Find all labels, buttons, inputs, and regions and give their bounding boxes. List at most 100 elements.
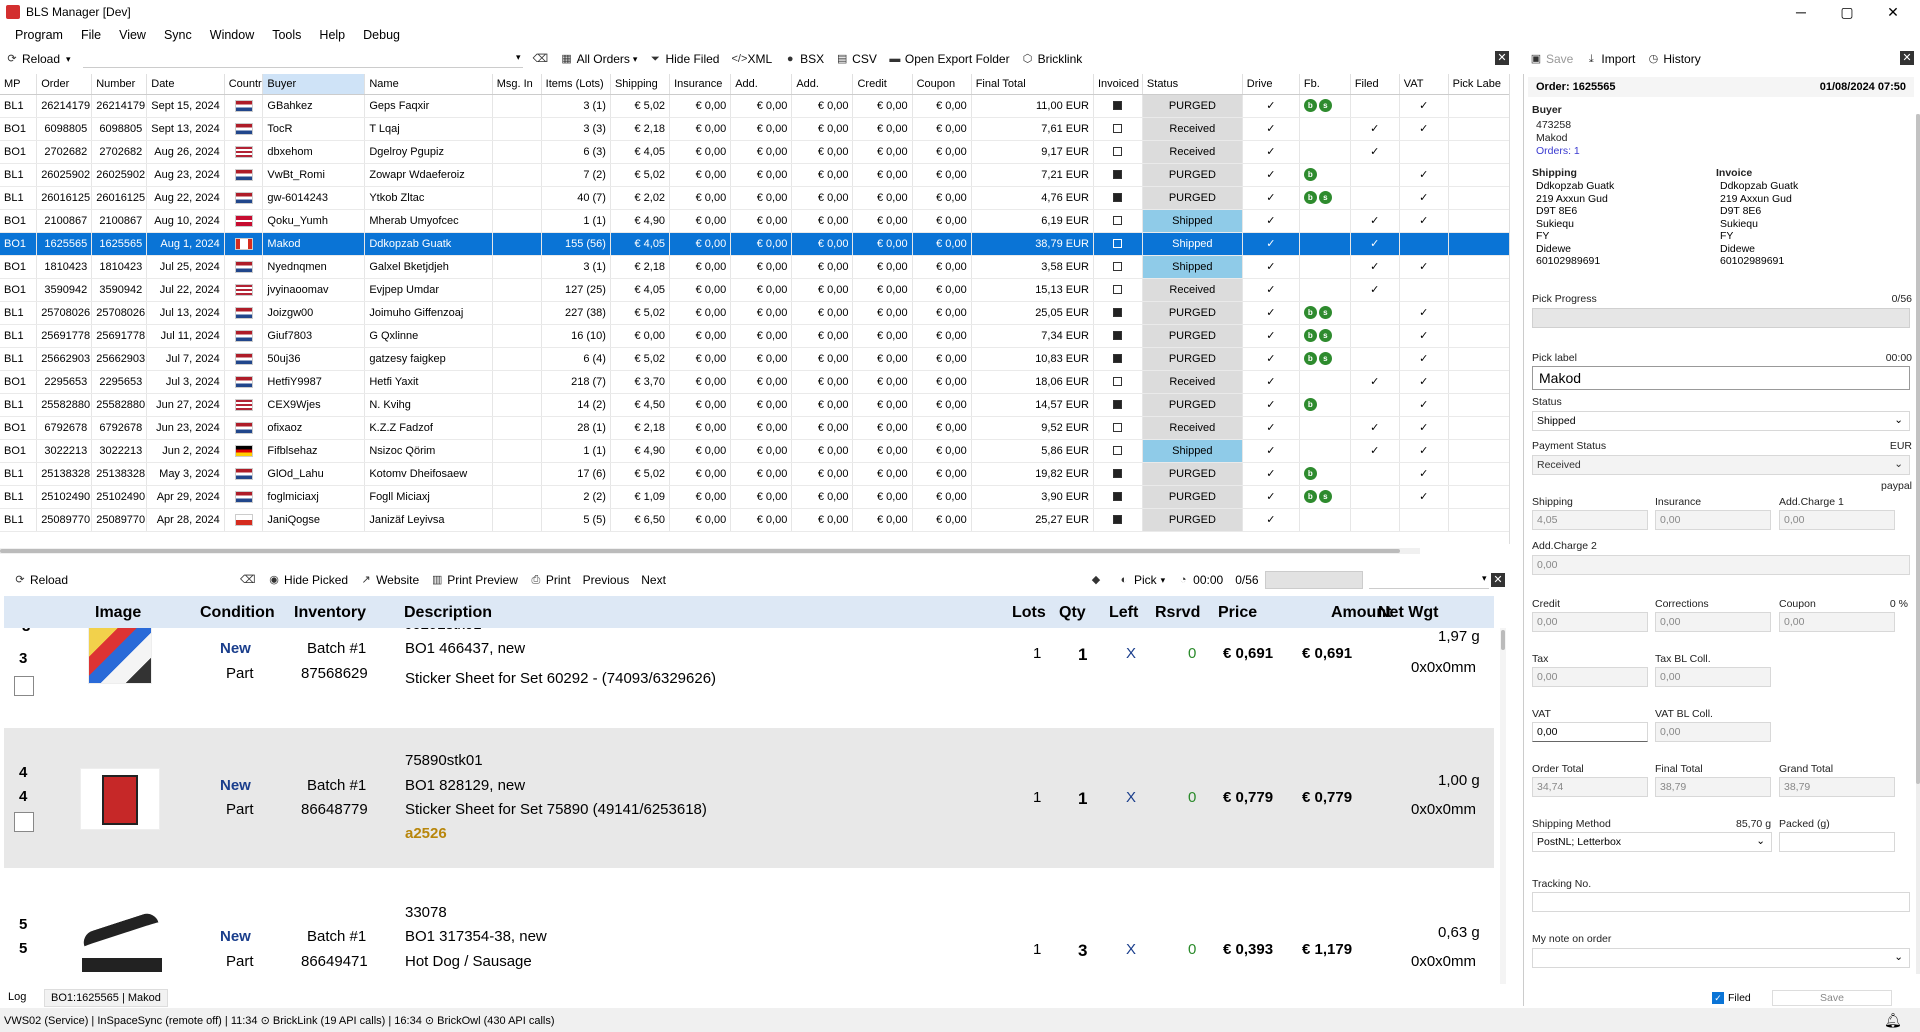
tag-button[interactable]: ◆ — [1090, 574, 1106, 586]
print-button[interactable]: ⎙ Print — [530, 573, 570, 587]
note-select[interactable]: ⌄ — [1532, 948, 1910, 968]
col-header[interactable]: Name — [364, 74, 493, 95]
filed-checkbox[interactable]: ✓ Filed — [1712, 992, 1751, 1004]
tax-bl-input[interactable]: 0,00 — [1655, 667, 1771, 687]
col-description[interactable]: Description — [404, 604, 492, 622]
maximize-button[interactable]: ▢ — [1824, 0, 1870, 24]
checkbox-icon[interactable] — [1113, 423, 1123, 433]
table-row[interactable]: BL1 25708026 25708026 Jul 13, 2024 Joizgw00 J… — [0, 301, 1509, 325]
pick-label-input[interactable]: Makod — [1532, 366, 1910, 390]
buyer-orders-link[interactable]: Orders: 1 — [1536, 145, 1580, 157]
col-header[interactable]: Add. — [730, 74, 793, 95]
list-item[interactable]: 5 5 New Part Batch #1 86649471 33078 BO1… — [4, 880, 1494, 984]
checkbox-icon[interactable] — [1113, 492, 1123, 502]
table-row[interactable]: BO1 6098805 6098805 Sept 13, 2024 TocR T Lqaj… — [0, 117, 1509, 141]
col-lots[interactable]: Lots — [1012, 604, 1046, 622]
col-header[interactable]: Countr — [224, 74, 264, 95]
checkbox-icon[interactable] — [1113, 469, 1123, 479]
bell-icon[interactable]: 🔔︎ — [1884, 1012, 1902, 1029]
hide-filed-button[interactable]: ⏷ Hide Filed — [649, 52, 719, 66]
col-condition[interactable]: Condition — [200, 604, 275, 622]
checkbox-icon[interactable] — [1113, 216, 1123, 226]
checkbox-icon[interactable] — [1113, 147, 1123, 157]
col-header[interactable]: Msg. In — [492, 74, 542, 95]
menu-file[interactable]: File — [81, 28, 101, 42]
save-order-button[interactable]: ▣ Save — [1530, 52, 1574, 66]
clear-search-button[interactable]: ⌫ — [240, 574, 256, 586]
menu-help[interactable]: Help — [319, 28, 345, 42]
col-header[interactable]: Filed — [1350, 74, 1400, 95]
col-header[interactable]: Add. — [791, 74, 854, 95]
table-row[interactable]: BL1 25089770 25089770 Apr 28, 2024 JaniQogse… — [0, 508, 1509, 532]
table-row[interactable]: BO1 2295653 2295653 Jul 3, 2024 HetfiY9987 He… — [0, 370, 1509, 394]
table-row[interactable]: BO1 3590942 3590942 Jul 22, 2024 jvyinaoomav… — [0, 278, 1509, 302]
panel-scrollbar[interactable] — [1916, 114, 1920, 974]
col-header[interactable]: Fb. — [1299, 74, 1351, 95]
checkbox-icon[interactable] — [1113, 101, 1123, 111]
close-details-pane-icon[interactable]: ✕ — [1491, 573, 1505, 587]
col-header[interactable]: VAT — [1399, 74, 1449, 95]
table-row[interactable]: BL1 25138328 25138328 May 3, 2024 GlOd_Lahu K… — [0, 462, 1509, 486]
col-rsrvd[interactable]: Rsrvd — [1155, 604, 1200, 622]
list-item[interactable]: 4 4 New Part Batch #1 86648779 75890stk0… — [4, 728, 1494, 868]
menu-sync[interactable]: Sync — [164, 28, 192, 42]
col-header[interactable]: Number — [91, 74, 148, 95]
col-net-weight[interactable]: Net Wgt — [1378, 604, 1438, 622]
table-row[interactable]: BL1 26214179 26214179 Sept 15, 2024 GBahkez G… — [0, 94, 1509, 118]
checkbox-icon[interactable] — [1113, 354, 1123, 364]
previous-button[interactable]: Previous — [583, 573, 630, 587]
vat-input[interactable]: 0,00 — [1532, 722, 1648, 742]
col-header[interactable]: Order — [36, 74, 93, 95]
table-row[interactable]: BO1 2702682 2702682 Aug 26, 2024 dbxehom Dgel… — [0, 140, 1509, 164]
search-combo[interactable]: ▾ — [82, 50, 523, 68]
table-row[interactable]: BL1 25691778 25691778 Jul 11, 2024 Giuf7803 G… — [0, 324, 1509, 348]
website-button[interactable]: ↗ Website — [360, 573, 419, 587]
table-row[interactable]: BL1 25582880 25582880 Jun 27, 2024 CEX9Wjes N… — [0, 393, 1509, 417]
close-window-button[interactable]: ✕ — [1870, 0, 1916, 24]
menu-debug[interactable]: Debug — [363, 28, 400, 42]
checkbox-icon[interactable] — [1113, 124, 1123, 134]
checkbox-icon[interactable] — [1113, 377, 1123, 387]
checkbox-icon[interactable] — [1113, 515, 1123, 525]
shipping-method-select[interactable]: PostNL; Letterbox ⌄ — [1532, 832, 1772, 852]
table-row[interactable]: BL1 25102490 25102490 Apr 29, 2024 foglmicia… — [0, 485, 1509, 509]
csv-button[interactable]: ▤ CSV — [836, 52, 877, 66]
col-header[interactable]: Buyer — [262, 74, 366, 95]
checkbox-icon[interactable] — [1113, 308, 1123, 318]
checkbox-icon[interactable] — [1113, 193, 1123, 203]
xml-button[interactable]: </> XML — [731, 52, 772, 66]
menu-window[interactable]: Window — [210, 28, 254, 42]
addcharge2-input[interactable]: 0,00 — [1532, 555, 1910, 575]
col-header[interactable]: Final Total — [971, 74, 1095, 95]
close-orders-pane-icon[interactable]: ✕ — [1495, 51, 1509, 65]
bricklink-button[interactable]: ⬡ Bricklink — [1022, 52, 1082, 66]
shipping-input[interactable]: 4,05 — [1532, 510, 1648, 530]
pick-checkbox[interactable] — [14, 812, 34, 832]
vat-bl-input[interactable]: 0,00 — [1655, 722, 1771, 742]
col-image[interactable]: Image — [95, 604, 141, 622]
col-header[interactable]: MP — [0, 74, 38, 95]
pick-dropdown[interactable]: ◐ Pick ▾ — [1118, 573, 1166, 587]
menu-tools[interactable]: Tools — [272, 28, 301, 42]
menu-program[interactable]: Program — [15, 28, 63, 42]
pick-filter-combo[interactable]: ▾ — [1368, 571, 1489, 589]
col-header[interactable]: Date — [146, 74, 225, 95]
bsx-button[interactable]: ● BSX — [784, 52, 824, 66]
col-header[interactable]: Insurance — [669, 74, 732, 95]
checkbox-icon[interactable] — [1113, 400, 1123, 410]
col-price[interactable]: Price — [1218, 604, 1257, 622]
checkbox-icon[interactable] — [1113, 262, 1123, 272]
horizontal-scrollbar[interactable] — [0, 548, 1420, 554]
coupon-input[interactable]: 0,00 — [1779, 612, 1895, 632]
print-preview-button[interactable]: ▥ Print Preview — [431, 573, 518, 587]
table-row[interactable]: BL1 26016125 26016125 Aug 22, 2024 gw-601424… — [0, 186, 1509, 210]
close-order-panel-icon[interactable]: ✕ — [1900, 51, 1914, 65]
checkbox-icon[interactable] — [1113, 285, 1123, 295]
col-header[interactable]: Drive — [1242, 74, 1300, 95]
log-tab[interactable]: Log — [8, 991, 26, 1003]
col-header[interactable]: Invoiced — [1093, 74, 1143, 95]
table-row[interactable]: BO1 1810423 1810423 Jul 25, 2024 Nyednqmen Ga… — [0, 255, 1509, 279]
next-button[interactable]: Next — [641, 573, 666, 587]
table-row[interactable]: BO1 3022213 3022213 Jun 2, 2024 Fifblsehaz Ns… — [0, 439, 1509, 463]
save-button[interactable]: Save — [1772, 990, 1892, 1006]
